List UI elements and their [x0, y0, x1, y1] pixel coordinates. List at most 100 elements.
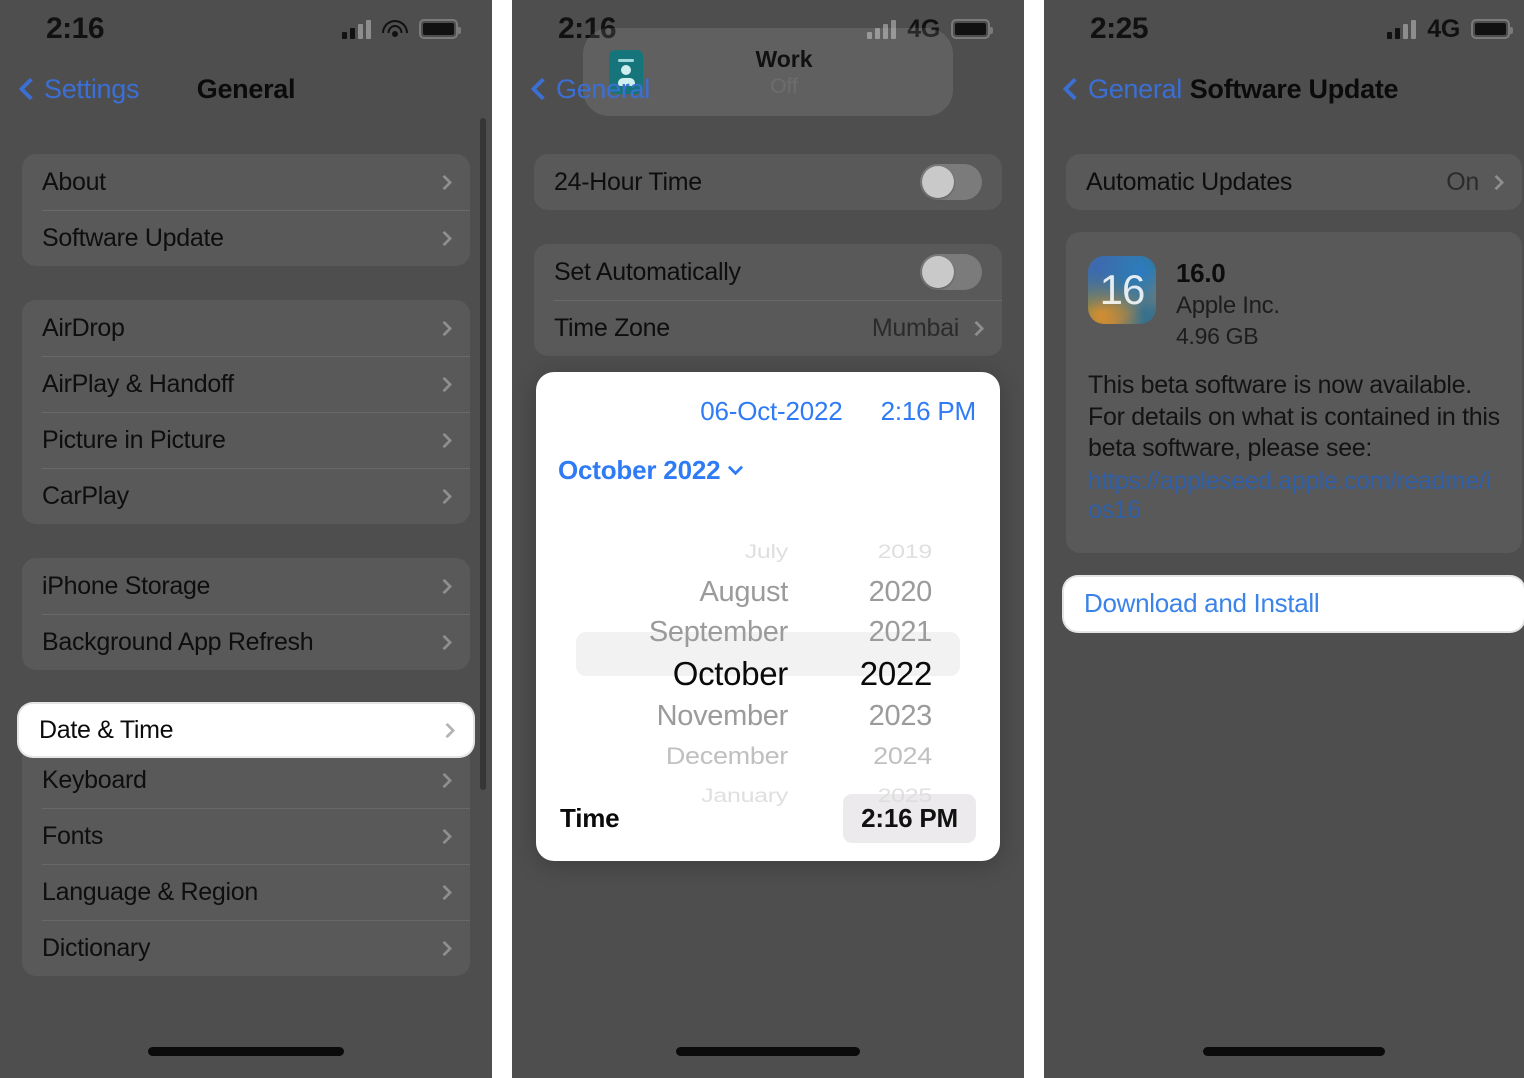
chevron-right-icon	[436, 376, 453, 392]
download-and-install-button[interactable]: Download and Install	[1064, 576, 1524, 631]
battery-icon	[951, 19, 993, 39]
wheel-item[interactable]: 2023	[788, 696, 933, 736]
toggle-set-automatically[interactable]	[920, 254, 982, 290]
sidebar-item-about[interactable]: About	[22, 154, 470, 210]
toggle-24-hour-time[interactable]	[920, 164, 982, 200]
sidebar-item-iphone-storage[interactable]: iPhone Storage	[22, 558, 470, 614]
highlight-wrapper-date-time: Date & Time	[19, 704, 473, 756]
sidebar-item-keyboard[interactable]: Keyboard	[22, 752, 470, 808]
update-version: 16.0	[1176, 258, 1226, 288]
back-button-settings[interactable]: Settings	[18, 73, 140, 105]
download-and-install-label: Download and Install	[1084, 588, 1320, 618]
chevron-right-icon	[436, 578, 453, 594]
update-readme-link[interactable]: https://appleseed.apple.com/readme/ios16	[1088, 467, 1500, 525]
network-type-label: 4G	[1427, 14, 1460, 43]
row-time-zone[interactable]: Time Zone Mumbai	[534, 300, 1002, 356]
wheel-item[interactable]: 2020	[788, 572, 933, 612]
panel-general-settings: 2:16 Settings General About Software Upd…	[0, 0, 492, 1078]
back-button-label: General	[556, 73, 650, 104]
sidebar-item-fonts[interactable]: Fonts	[22, 808, 470, 864]
back-button-general[interactable]: General	[1062, 74, 1182, 105]
home-indicator	[676, 1047, 860, 1056]
row-set-automatically[interactable]: Set Automatically	[534, 244, 1002, 300]
row-label: Picture in Picture	[42, 425, 226, 454]
update-vendor: Apple Inc.	[1176, 292, 1280, 319]
chevron-right-icon	[436, 432, 453, 448]
year-wheel[interactable]: 2019 2020 2021 2022 2023 2024 2025	[788, 532, 938, 807]
wheel-item[interactable]: September	[598, 612, 788, 652]
scrollbar[interactable]	[480, 118, 486, 790]
list-top-spacer	[0, 120, 492, 154]
month-year-header-button[interactable]: October 2022	[558, 455, 978, 486]
picker-wheels[interactable]: July August September October November D…	[558, 532, 978, 807]
nav-bar: General Software Update	[1044, 58, 1524, 120]
row-label: Automatic Updates	[1086, 167, 1293, 196]
month-year-header-label: October 2022	[558, 455, 721, 485]
chevron-down-icon	[728, 459, 744, 476]
sidebar-item-background-app-refresh[interactable]: Background App Refresh	[22, 614, 470, 670]
sidebar-item-dictionary[interactable]: Dictionary	[22, 920, 470, 976]
wheel-item-selected-month[interactable]: October	[598, 652, 789, 696]
sidebar-item-airdrop[interactable]: AirDrop	[22, 300, 470, 356]
settings-group-info: About Software Update	[22, 154, 470, 266]
sidebar-item-software-update[interactable]: Software Update	[22, 210, 470, 266]
row-label: Keyboard	[42, 765, 147, 794]
highlight-wrapper-download: Download and Install	[1064, 576, 1524, 631]
wheel-item[interactable]: July	[598, 536, 789, 567]
status-bar-time: 2:25	[1090, 12, 1149, 45]
panel-date-time-picker: 2:16 4G Work Off General 24-Hour Time Se…	[512, 0, 1024, 1078]
month-wheel[interactable]: July August September October November D…	[598, 532, 789, 807]
home-indicator	[148, 1047, 344, 1056]
chevron-right-icon	[436, 772, 453, 788]
wifi-icon	[382, 19, 408, 39]
wheel-item[interactable]: 2024	[788, 738, 932, 774]
chevron-right-icon	[436, 828, 453, 844]
list-top-spacer	[1044, 120, 1524, 154]
settings-group-automatic-updates: Automatic Updates On	[1066, 154, 1522, 210]
chevron-right-icon	[436, 230, 453, 246]
panel-software-update: 2:25 4G General Software Update Automati…	[1044, 0, 1524, 1078]
wheel-item[interactable]: 2019	[788, 536, 933, 567]
settings-group-storage: iPhone Storage Background App Refresh	[22, 558, 470, 670]
row-label: About	[42, 167, 106, 196]
row-label: AirPlay & Handoff	[42, 369, 234, 398]
time-value-button[interactable]: 2:16 PM	[881, 396, 977, 427]
wheel-item-selected-year[interactable]: 2022	[788, 652, 933, 696]
battery-icon	[419, 19, 461, 39]
back-button-label: Settings	[44, 73, 140, 104]
status-bar-indicators	[342, 19, 461, 39]
battery-icon	[1471, 19, 1513, 39]
back-button-general[interactable]: General	[530, 73, 650, 105]
settings-group-system: Keyboard Fonts Language & Region Diction…	[22, 752, 470, 976]
date-value-button[interactable]: 06-Oct-2022	[700, 396, 843, 427]
panel-divider	[492, 0, 512, 1078]
row-accessory-group: Mumbai	[871, 313, 985, 343]
wheel-item[interactable]: January	[598, 780, 788, 811]
settings-group-auto-time: Set Automatically Time Zone Mumbai	[534, 244, 1002, 356]
row-label: CarPlay	[42, 481, 129, 510]
cellular-signal-icon	[342, 19, 371, 39]
chevron-right-icon	[436, 320, 453, 336]
wheel-item[interactable]: 2025	[788, 780, 933, 811]
sidebar-item-carplay[interactable]: CarPlay	[22, 468, 470, 524]
chevron-right-icon	[436, 940, 453, 956]
sidebar-item-language-region[interactable]: Language & Region	[22, 864, 470, 920]
wheel-item[interactable]: 2021	[788, 612, 933, 652]
automatic-updates-value: On	[1446, 167, 1479, 196]
sidebar-item-picture-in-picture[interactable]: Picture in Picture	[22, 412, 470, 468]
row-24-hour-time[interactable]: 24-Hour Time	[534, 154, 1002, 210]
time-zone-value: Mumbai	[871, 313, 959, 342]
home-indicator	[1203, 1047, 1385, 1056]
wheel-item[interactable]: August	[598, 572, 789, 612]
settings-group-connectivity: AirDrop AirPlay & Handoff Picture in Pic…	[22, 300, 470, 524]
row-accessory-group: On	[1446, 167, 1505, 197]
row-label: Fonts	[42, 821, 104, 850]
wheel-item[interactable]: November	[598, 696, 789, 736]
chevron-right-icon	[436, 174, 453, 190]
row-automatic-updates[interactable]: Automatic Updates On	[1066, 154, 1522, 210]
sidebar-item-date-and-time[interactable]: Date & Time	[19, 704, 473, 756]
wheel-item[interactable]: December	[598, 738, 788, 774]
sidebar-item-airplay-handoff[interactable]: AirPlay & Handoff	[22, 356, 470, 412]
